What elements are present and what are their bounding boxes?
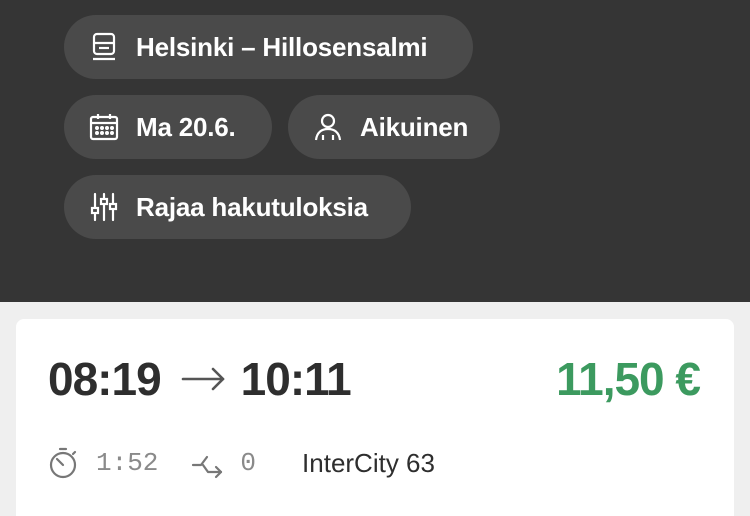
search-header: Helsinki – Hillosensalmi Ma 20.6. Aikuin… (0, 0, 750, 302)
train-name: InterCity 63 (302, 447, 435, 478)
transfers-count: 0 (240, 448, 257, 478)
filter-label: Rajaa hakutuloksia (136, 191, 368, 222)
date-label: Ma 20.6. (136, 111, 236, 142)
passenger-chip[interactable]: Aikuinen (288, 95, 500, 159)
filter-chip[interactable]: Rajaa hakutuloksia (64, 175, 411, 239)
stopwatch-icon (46, 446, 80, 480)
route-label: Helsinki – Hillosensalmi (136, 31, 428, 62)
date-chip[interactable]: Ma 20.6. (64, 95, 272, 159)
arrow-right-icon (181, 364, 227, 394)
passenger-label: Aikuinen (360, 111, 469, 142)
connection-details: 1:52 0 InterCity 63 (46, 445, 435, 481)
price: 11,50 € (556, 353, 701, 405)
arrival-time: 10:11 (240, 353, 352, 405)
duration: 1:52 (96, 448, 159, 478)
transfer-icon (190, 446, 224, 480)
sliders-icon (88, 191, 120, 223)
connection-card[interactable]: 08:19 10:11 11,50 € 1:52 0 InterCity 63 (16, 319, 734, 516)
person-icon (312, 111, 344, 143)
calendar-icon (88, 111, 120, 143)
train-icon (88, 31, 120, 63)
departure-time: 08:19 (48, 353, 162, 405)
route-chip[interactable]: Helsinki – Hillosensalmi (64, 15, 473, 79)
journey-times: 08:19 10:11 (48, 349, 352, 409)
